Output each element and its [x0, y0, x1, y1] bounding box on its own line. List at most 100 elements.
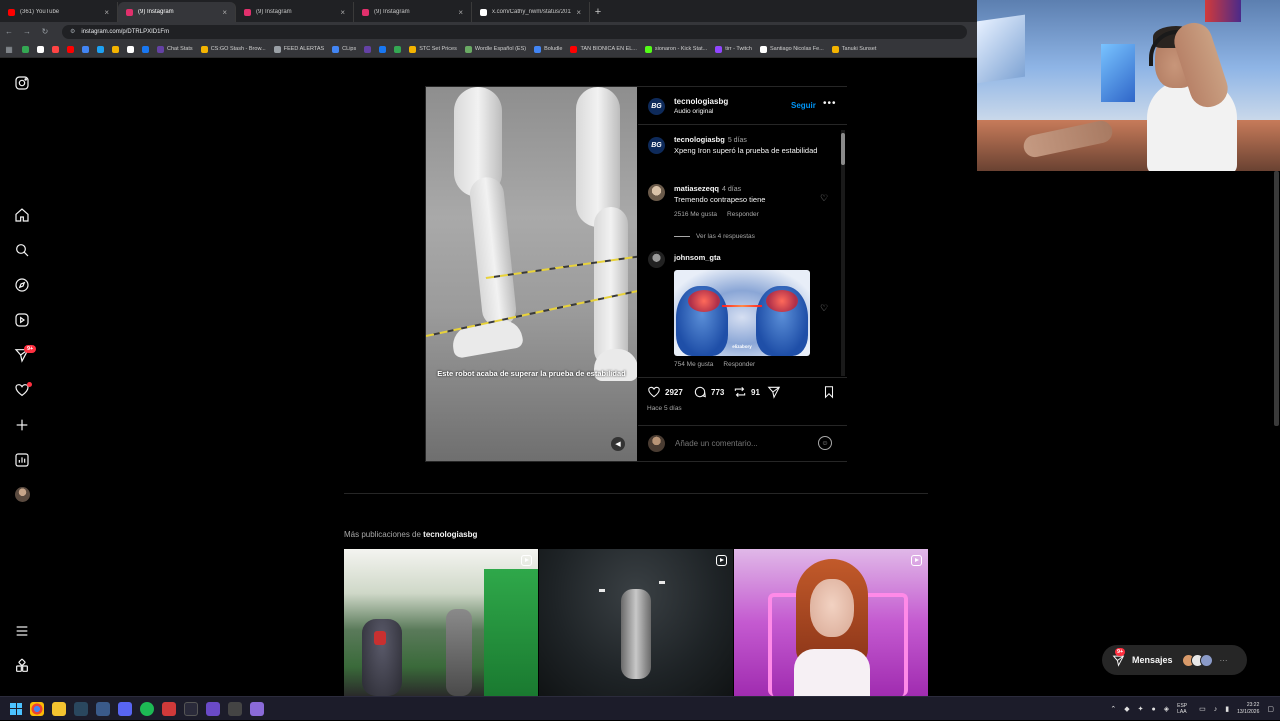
repost-button[interactable]: 91: [733, 385, 760, 399]
bookmark-item[interactable]: [97, 45, 104, 53]
bookmark-item[interactable]: Boludle: [534, 45, 562, 53]
bookmark-item[interactable]: Chat Stats: [157, 45, 193, 53]
browser-tab[interactable]: (361) YouTube ×: [0, 2, 118, 22]
bookmark-item[interactable]: STC Set Prices: [409, 45, 457, 53]
bookmark-item[interactable]: [112, 45, 119, 53]
comment-button[interactable]: 773: [693, 385, 724, 399]
url-field[interactable]: ⚙ instagram.com/p/DTRLPXID1Fm: [62, 24, 967, 39]
start-button[interactable]: [10, 702, 22, 715]
reply-button[interactable]: Responder: [723, 361, 755, 368]
clock[interactable]: 23:22 13/1/2026: [1237, 702, 1259, 716]
forward-icon[interactable]: →: [22, 27, 32, 36]
scroll-thumb[interactable]: [841, 133, 845, 165]
back-icon[interactable]: ←: [4, 27, 14, 36]
caption-username[interactable]: tecnologiasbg 5 días: [674, 135, 747, 144]
caption-avatar[interactable]: BG: [648, 137, 665, 154]
bookmark-item[interactable]: [364, 45, 372, 53]
bookmark-item[interactable]: TAN BIONICA EN EL...: [570, 45, 637, 53]
bookmark-item[interactable]: sionaron - Kick Stat...: [644, 45, 707, 53]
also-from-meta-icon[interactable]: [13, 657, 31, 675]
tab-close-icon[interactable]: ×: [458, 8, 463, 17]
tab-close-icon[interactable]: ×: [340, 8, 345, 17]
bookmark-item[interactable]: [379, 45, 387, 53]
instagram-logo-icon[interactable]: [13, 74, 31, 92]
volume-button[interactable]: ◀: [611, 437, 625, 451]
comment-avatar[interactable]: [648, 184, 665, 201]
bookmark-item[interactable]: CS:GO Stash - Brow...: [200, 45, 266, 53]
site-info-icon[interactable]: ⚙: [70, 28, 75, 35]
browser-tab[interactable]: (9) Instagram ×: [118, 2, 236, 22]
profile-avatar[interactable]: [15, 487, 30, 502]
create-plus-icon[interactable]: [13, 416, 31, 434]
caption-user[interactable]: tecnologiasbg: [674, 135, 725, 144]
post-thumbnail[interactable]: [539, 549, 733, 696]
follow-button[interactable]: Seguir: [791, 101, 816, 110]
messages-floating-button[interactable]: 9+ Mensajes ···: [1102, 645, 1247, 675]
author-avatar[interactable]: BG: [648, 98, 665, 115]
reply-button[interactable]: Responder: [727, 211, 759, 218]
bookmark-item[interactable]: [142, 45, 149, 53]
language-indicator[interactable]: ESP LAA: [1177, 703, 1191, 715]
file-explorer-taskbar-icon[interactable]: [52, 701, 66, 716]
audio-label[interactable]: Audio original: [674, 108, 713, 115]
more-posts-user[interactable]: tecnologiasbg: [423, 530, 477, 539]
like-button[interactable]: 2927: [647, 385, 683, 399]
apps-icon[interactable]: ▦: [4, 45, 14, 54]
bookmark-item[interactable]: tirr - Twitch: [715, 45, 752, 53]
comments-scrollbar[interactable]: [841, 130, 845, 376]
steam-taskbar-icon[interactable]: [74, 701, 88, 716]
tab-close-icon[interactable]: ×: [222, 8, 227, 17]
bookmark-item[interactable]: [52, 45, 59, 53]
dashboard-icon[interactable]: [13, 451, 31, 469]
more-options-icon[interactable]: •••: [823, 98, 837, 109]
app-taskbar-icon[interactable]: [96, 701, 110, 716]
save-button[interactable]: [822, 385, 836, 399]
share-button[interactable]: [767, 385, 781, 399]
comment-likes[interactable]: 2516 Me gusta: [674, 211, 717, 218]
volume-icon[interactable]: ♪: [1214, 706, 1218, 713]
app-taskbar-icon[interactable]: [184, 701, 198, 716]
author-username[interactable]: tecnologiasbg: [674, 97, 728, 106]
bookmark-item[interactable]: Wordle Español (ES): [464, 45, 526, 53]
page-scrollbar[interactable]: [1274, 171, 1279, 426]
comment-avatar[interactable]: [648, 251, 665, 268]
tab-close-icon[interactable]: ×: [104, 8, 109, 17]
battery-icon[interactable]: ▮: [1225, 705, 1229, 713]
menu-icon[interactable]: [13, 622, 31, 640]
chrome-taskbar-icon[interactable]: [30, 701, 44, 716]
view-replies-button[interactable]: Ver las 4 respuestas: [674, 233, 755, 240]
discord-taskbar-icon[interactable]: [118, 701, 132, 716]
browser-tab[interactable]: (9) Instagram ×: [236, 2, 354, 22]
app-taskbar-icon[interactable]: [228, 701, 242, 716]
bookmark-item[interactable]: [82, 45, 89, 53]
comment-username[interactable]: johnsom_gta: [674, 253, 721, 262]
app-taskbar-icon[interactable]: [250, 701, 264, 716]
explore-icon[interactable]: [13, 276, 31, 294]
home-icon[interactable]: [13, 206, 31, 224]
reload-icon[interactable]: ↻: [40, 27, 50, 36]
bookmark-item[interactable]: [22, 45, 29, 53]
tray-app-icon[interactable]: ◈: [1164, 705, 1169, 713]
notification-center-icon[interactable]: ▢: [1267, 705, 1274, 713]
comment-user[interactable]: matiasezeqq: [674, 184, 719, 193]
post-thumbnail[interactable]: [344, 549, 538, 696]
comment-input[interactable]: [675, 439, 815, 448]
new-tab-icon[interactable]: +: [590, 2, 606, 22]
reels-icon[interactable]: [13, 311, 31, 329]
bookmark-item[interactable]: Tanuki Sunset: [831, 45, 876, 53]
browser-tab[interactable]: (9) Instagram ×: [354, 2, 472, 22]
microphone-icon[interactable]: ●: [1152, 706, 1156, 713]
search-icon[interactable]: [13, 241, 31, 259]
tray-app-icon[interactable]: ◆: [1124, 705, 1129, 713]
bookmark-item[interactable]: CLips: [332, 45, 356, 53]
comment-username[interactable]: matiasezeqq 4 días: [674, 184, 741, 193]
bookmark-item[interactable]: [37, 45, 44, 53]
comment-likes[interactable]: 754 Me gusta: [674, 361, 713, 368]
spotify-taskbar-icon[interactable]: [140, 701, 154, 716]
comment-like-heart-icon[interactable]: ♡: [820, 193, 828, 204]
tray-chevron-icon[interactable]: ⌃: [1110, 705, 1116, 713]
network-icon[interactable]: ▭: [1199, 705, 1206, 713]
post-thumbnail[interactable]: [734, 549, 928, 696]
tab-close-icon[interactable]: ×: [576, 8, 581, 17]
browser-tab[interactable]: x.com/Cathy_nwm/status/2011 ×: [472, 2, 590, 22]
